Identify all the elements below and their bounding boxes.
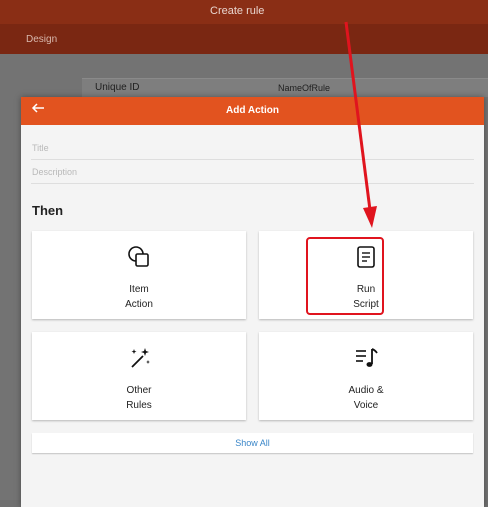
app-subheader: Design (0, 24, 488, 54)
other-rules-card[interactable]: Other Rules (32, 332, 246, 420)
card-label: Run Script (259, 282, 473, 312)
card-label-line2: Script (353, 299, 379, 310)
show-all-button[interactable]: Show All (32, 433, 473, 453)
card-label-line2: Voice (353, 400, 379, 411)
title-input[interactable] (31, 137, 475, 153)
music-list-icon (353, 345, 379, 371)
script-icon (353, 244, 379, 270)
card-label: Item Action (32, 282, 246, 312)
dialog-header: Add Action (21, 97, 484, 125)
dialog-title: Add Action (226, 105, 279, 116)
shapes-icon (126, 244, 152, 270)
app-title: Create rule (210, 5, 265, 17)
card-label: Audio & Voice (259, 383, 473, 413)
description-field[interactable] (31, 161, 475, 184)
card-label-line2: Action (125, 299, 153, 310)
rule-id-value: NameOfRule (278, 83, 331, 93)
tab-design[interactable]: Design (26, 34, 57, 45)
audio-voice-card[interactable]: Audio & Voice (259, 332, 473, 420)
item-action-card[interactable]: Item Action (32, 231, 246, 319)
section-heading: Then (32, 203, 64, 218)
card-label-line1: Item (129, 284, 149, 295)
run-script-card[interactable]: Run Script (259, 231, 473, 319)
description-input[interactable] (31, 161, 475, 177)
card-label-line1: Run (356, 284, 376, 295)
magic-wand-icon (126, 345, 152, 371)
card-label-line1: Audio & (348, 385, 384, 396)
app-header: Create rule (0, 0, 488, 24)
title-field[interactable] (31, 137, 475, 160)
add-action-dialog: Add Action Then Item Action (21, 97, 484, 507)
card-label-line2: Rules (126, 400, 152, 411)
rule-id-label: Unique ID (95, 82, 140, 93)
card-label: Other Rules (32, 383, 246, 413)
card-label-line1: Other (126, 385, 152, 396)
rule-id-row: Unique ID NameOfRule (82, 78, 488, 97)
